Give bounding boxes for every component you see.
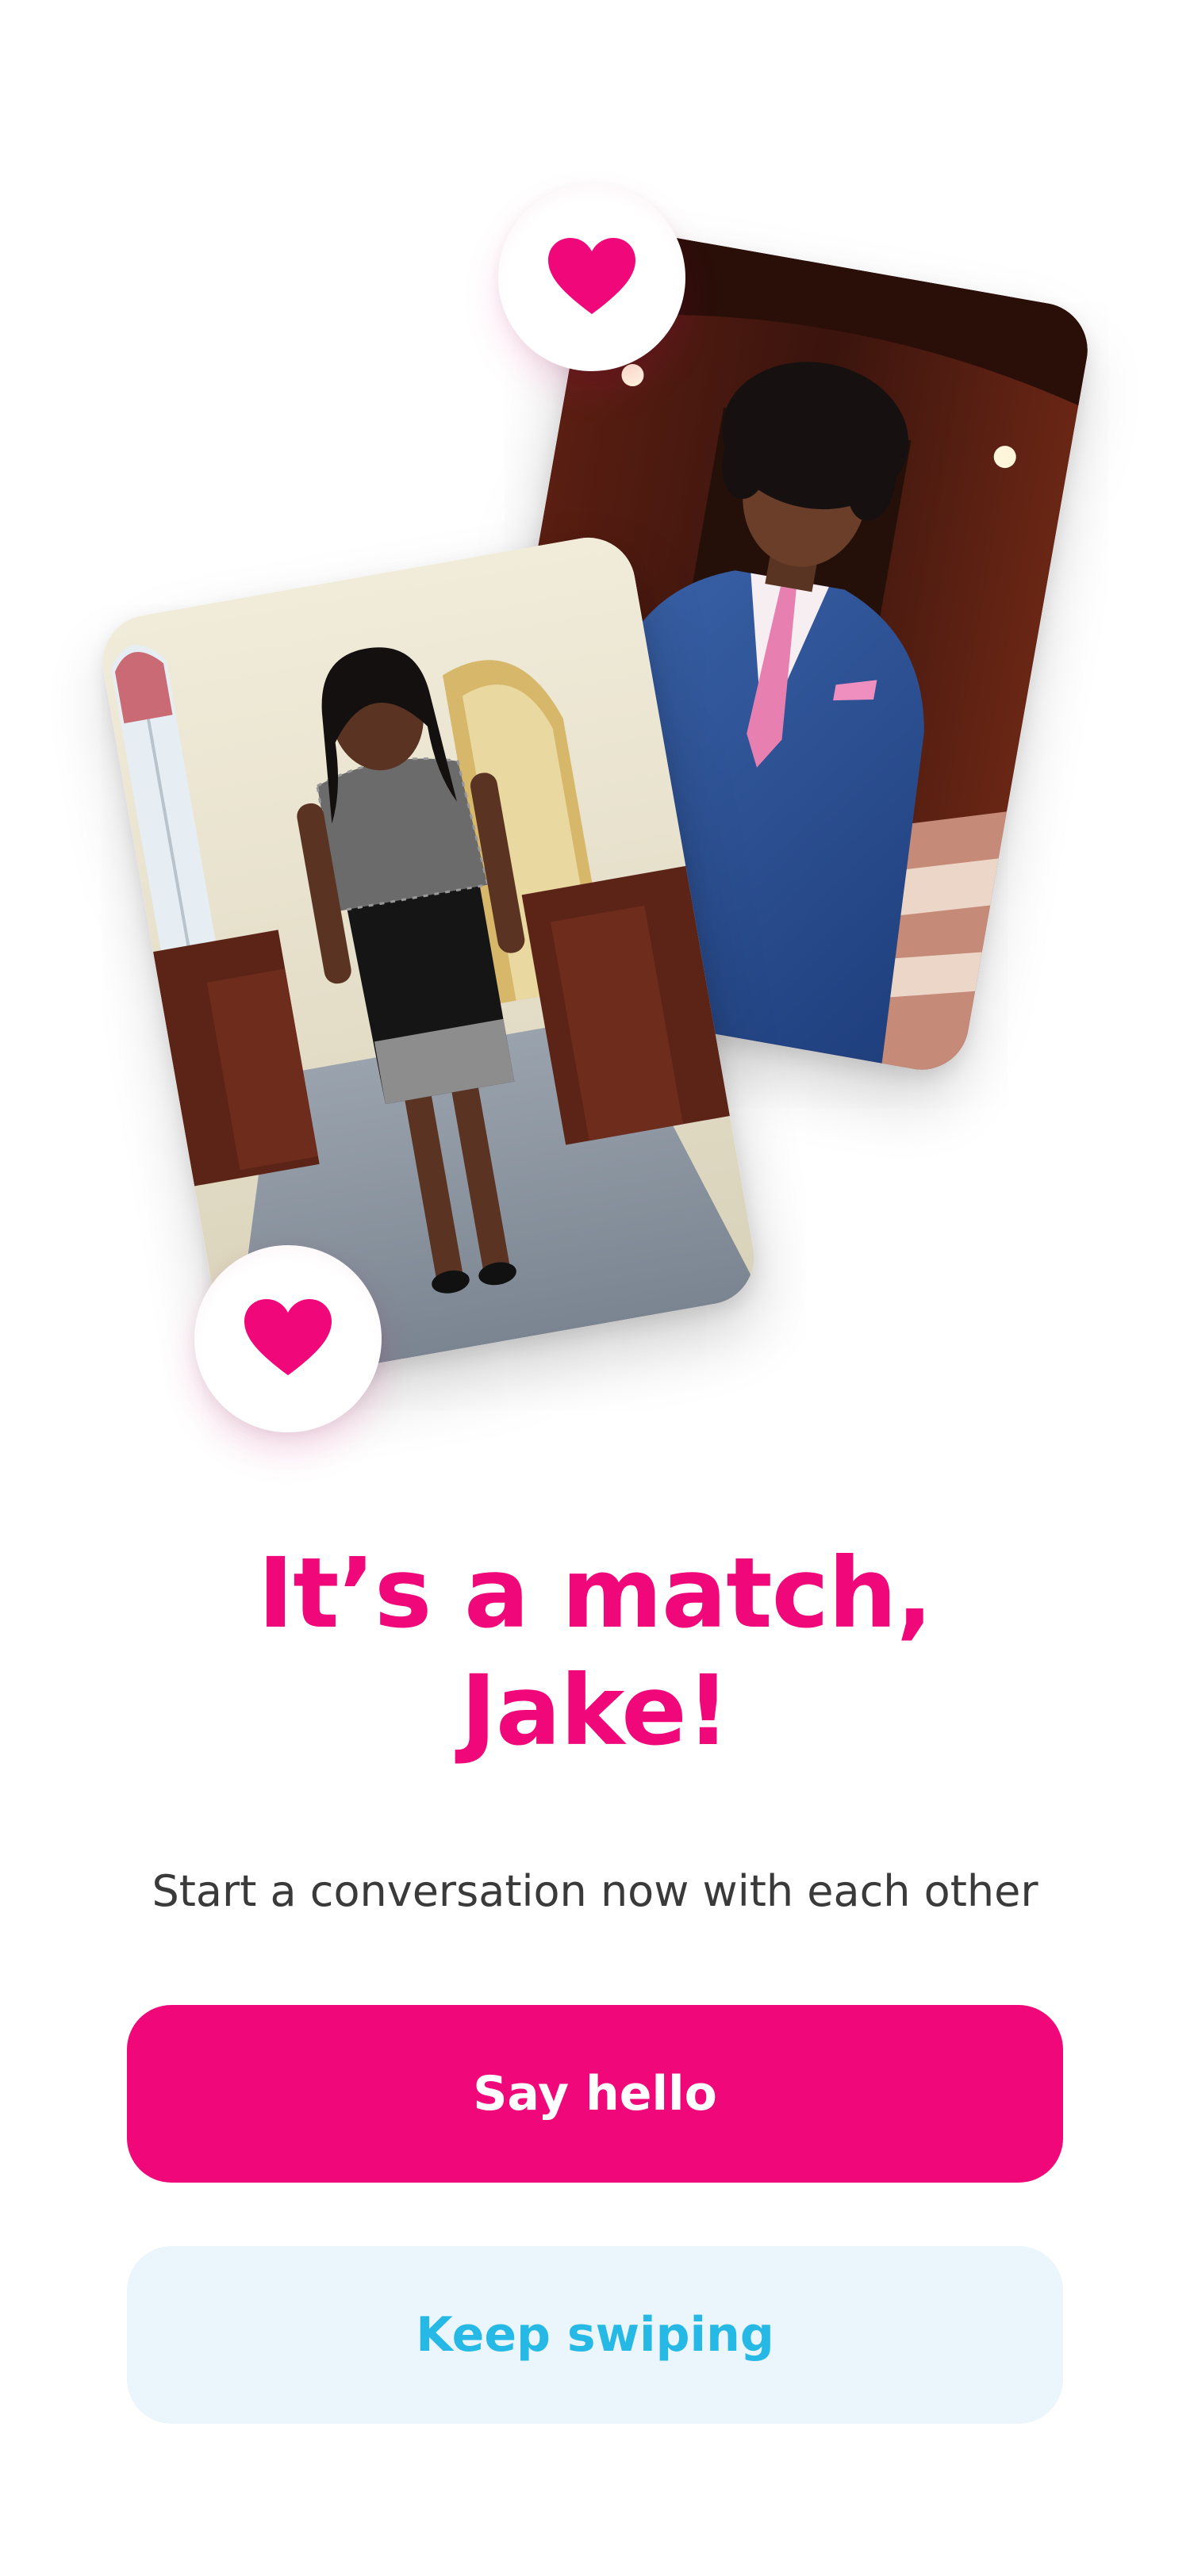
match-headline: It’s a match, Jake! bbox=[0, 1535, 1190, 1769]
say-hello-button[interactable]: Say hello bbox=[127, 2005, 1063, 2183]
keep-swiping-button[interactable]: Keep swiping bbox=[127, 2246, 1063, 2424]
heart-icon bbox=[548, 238, 635, 314]
heart-icon bbox=[244, 1299, 332, 1375]
match-subtitle: Start a conversation now with each other bbox=[152, 1866, 1038, 1916]
headline-line-1: It’s a match, bbox=[257, 1537, 933, 1650]
heart-badge-bottom bbox=[194, 1245, 382, 1432]
headline-line-2: Jake! bbox=[460, 1654, 731, 1767]
heart-badge-top bbox=[498, 184, 685, 371]
